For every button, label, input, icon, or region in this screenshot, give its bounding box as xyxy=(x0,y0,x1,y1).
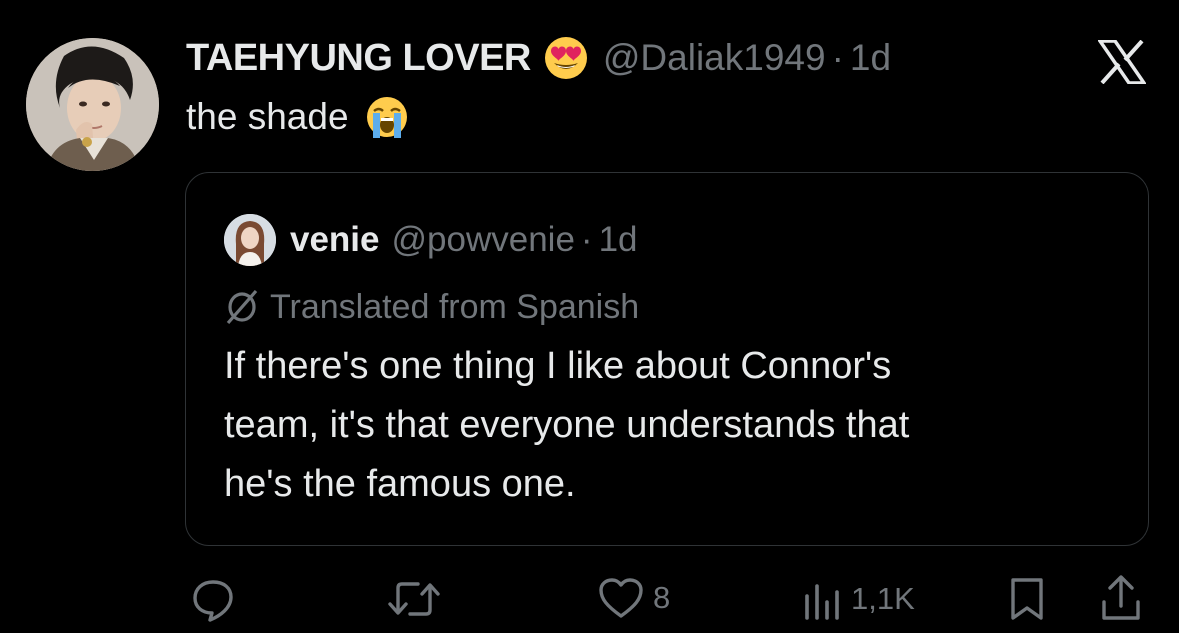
quoted-header: venie @powvenie · 1d xyxy=(224,214,638,266)
author-handle[interactable]: @Daliak1949 xyxy=(603,37,826,79)
author-avatar[interactable] xyxy=(26,38,159,171)
tweet-time[interactable]: 1d xyxy=(850,37,891,79)
translation-note: Translated from Spanish xyxy=(224,285,639,329)
bookmark-icon xyxy=(1011,578,1043,620)
views-icon xyxy=(805,584,839,620)
retweet-icon xyxy=(388,582,440,616)
tweet-text-content: the shade xyxy=(186,96,349,137)
author-name[interactable]: TAEHYUNG LOVER xyxy=(186,37,531,80)
retweet-button[interactable] xyxy=(388,578,440,620)
x-logo-icon[interactable] xyxy=(1096,39,1148,85)
quoted-text-line: team, it's that everyone understands tha… xyxy=(224,404,910,446)
translate-icon xyxy=(224,289,260,325)
like-count: 8 xyxy=(653,580,671,615)
tweet-header: TAEHYUNG LOVER @Daliak1949 · 1d xyxy=(186,33,891,83)
separator-dot: · xyxy=(580,220,593,259)
quoted-text-line: he's the famous one. xyxy=(224,463,576,505)
translation-label: Translated from Spanish xyxy=(270,287,640,326)
quoted-time[interactable]: 1d xyxy=(599,220,638,260)
like-button[interactable]: 8 xyxy=(597,576,670,620)
share-icon xyxy=(1102,575,1140,620)
heart-eyes-emoji-icon xyxy=(543,35,589,81)
separator-dot: · xyxy=(831,37,844,78)
reply-icon xyxy=(193,580,233,622)
quoted-text-line: If there's one thing I like about Connor… xyxy=(224,345,892,387)
reply-button[interactable] xyxy=(190,576,236,622)
views-button[interactable]: 1,1K xyxy=(803,578,915,620)
quoted-author-name[interactable]: venie xyxy=(290,220,380,260)
tweet-actions: 8 1,1K xyxy=(0,570,1179,628)
bookmark-button[interactable] xyxy=(1009,576,1045,622)
quoted-author-handle[interactable]: @powvenie xyxy=(392,220,575,260)
heart-icon xyxy=(599,578,643,618)
tweet-text: the shade xyxy=(186,92,411,142)
views-count: 1,1K xyxy=(851,581,915,616)
quoted-author-avatar[interactable] xyxy=(224,214,276,266)
share-button[interactable] xyxy=(1100,574,1142,622)
loudly-crying-emoji-icon xyxy=(363,94,411,140)
tweet: TAEHYUNG LOVER @Daliak1949 · 1d the shad… xyxy=(0,0,1179,633)
quoted-text: If there's one thing I like about Connor… xyxy=(224,337,1124,514)
quoted-tweet[interactable]: venie @powvenie · 1d Translated from Spa… xyxy=(185,172,1149,546)
